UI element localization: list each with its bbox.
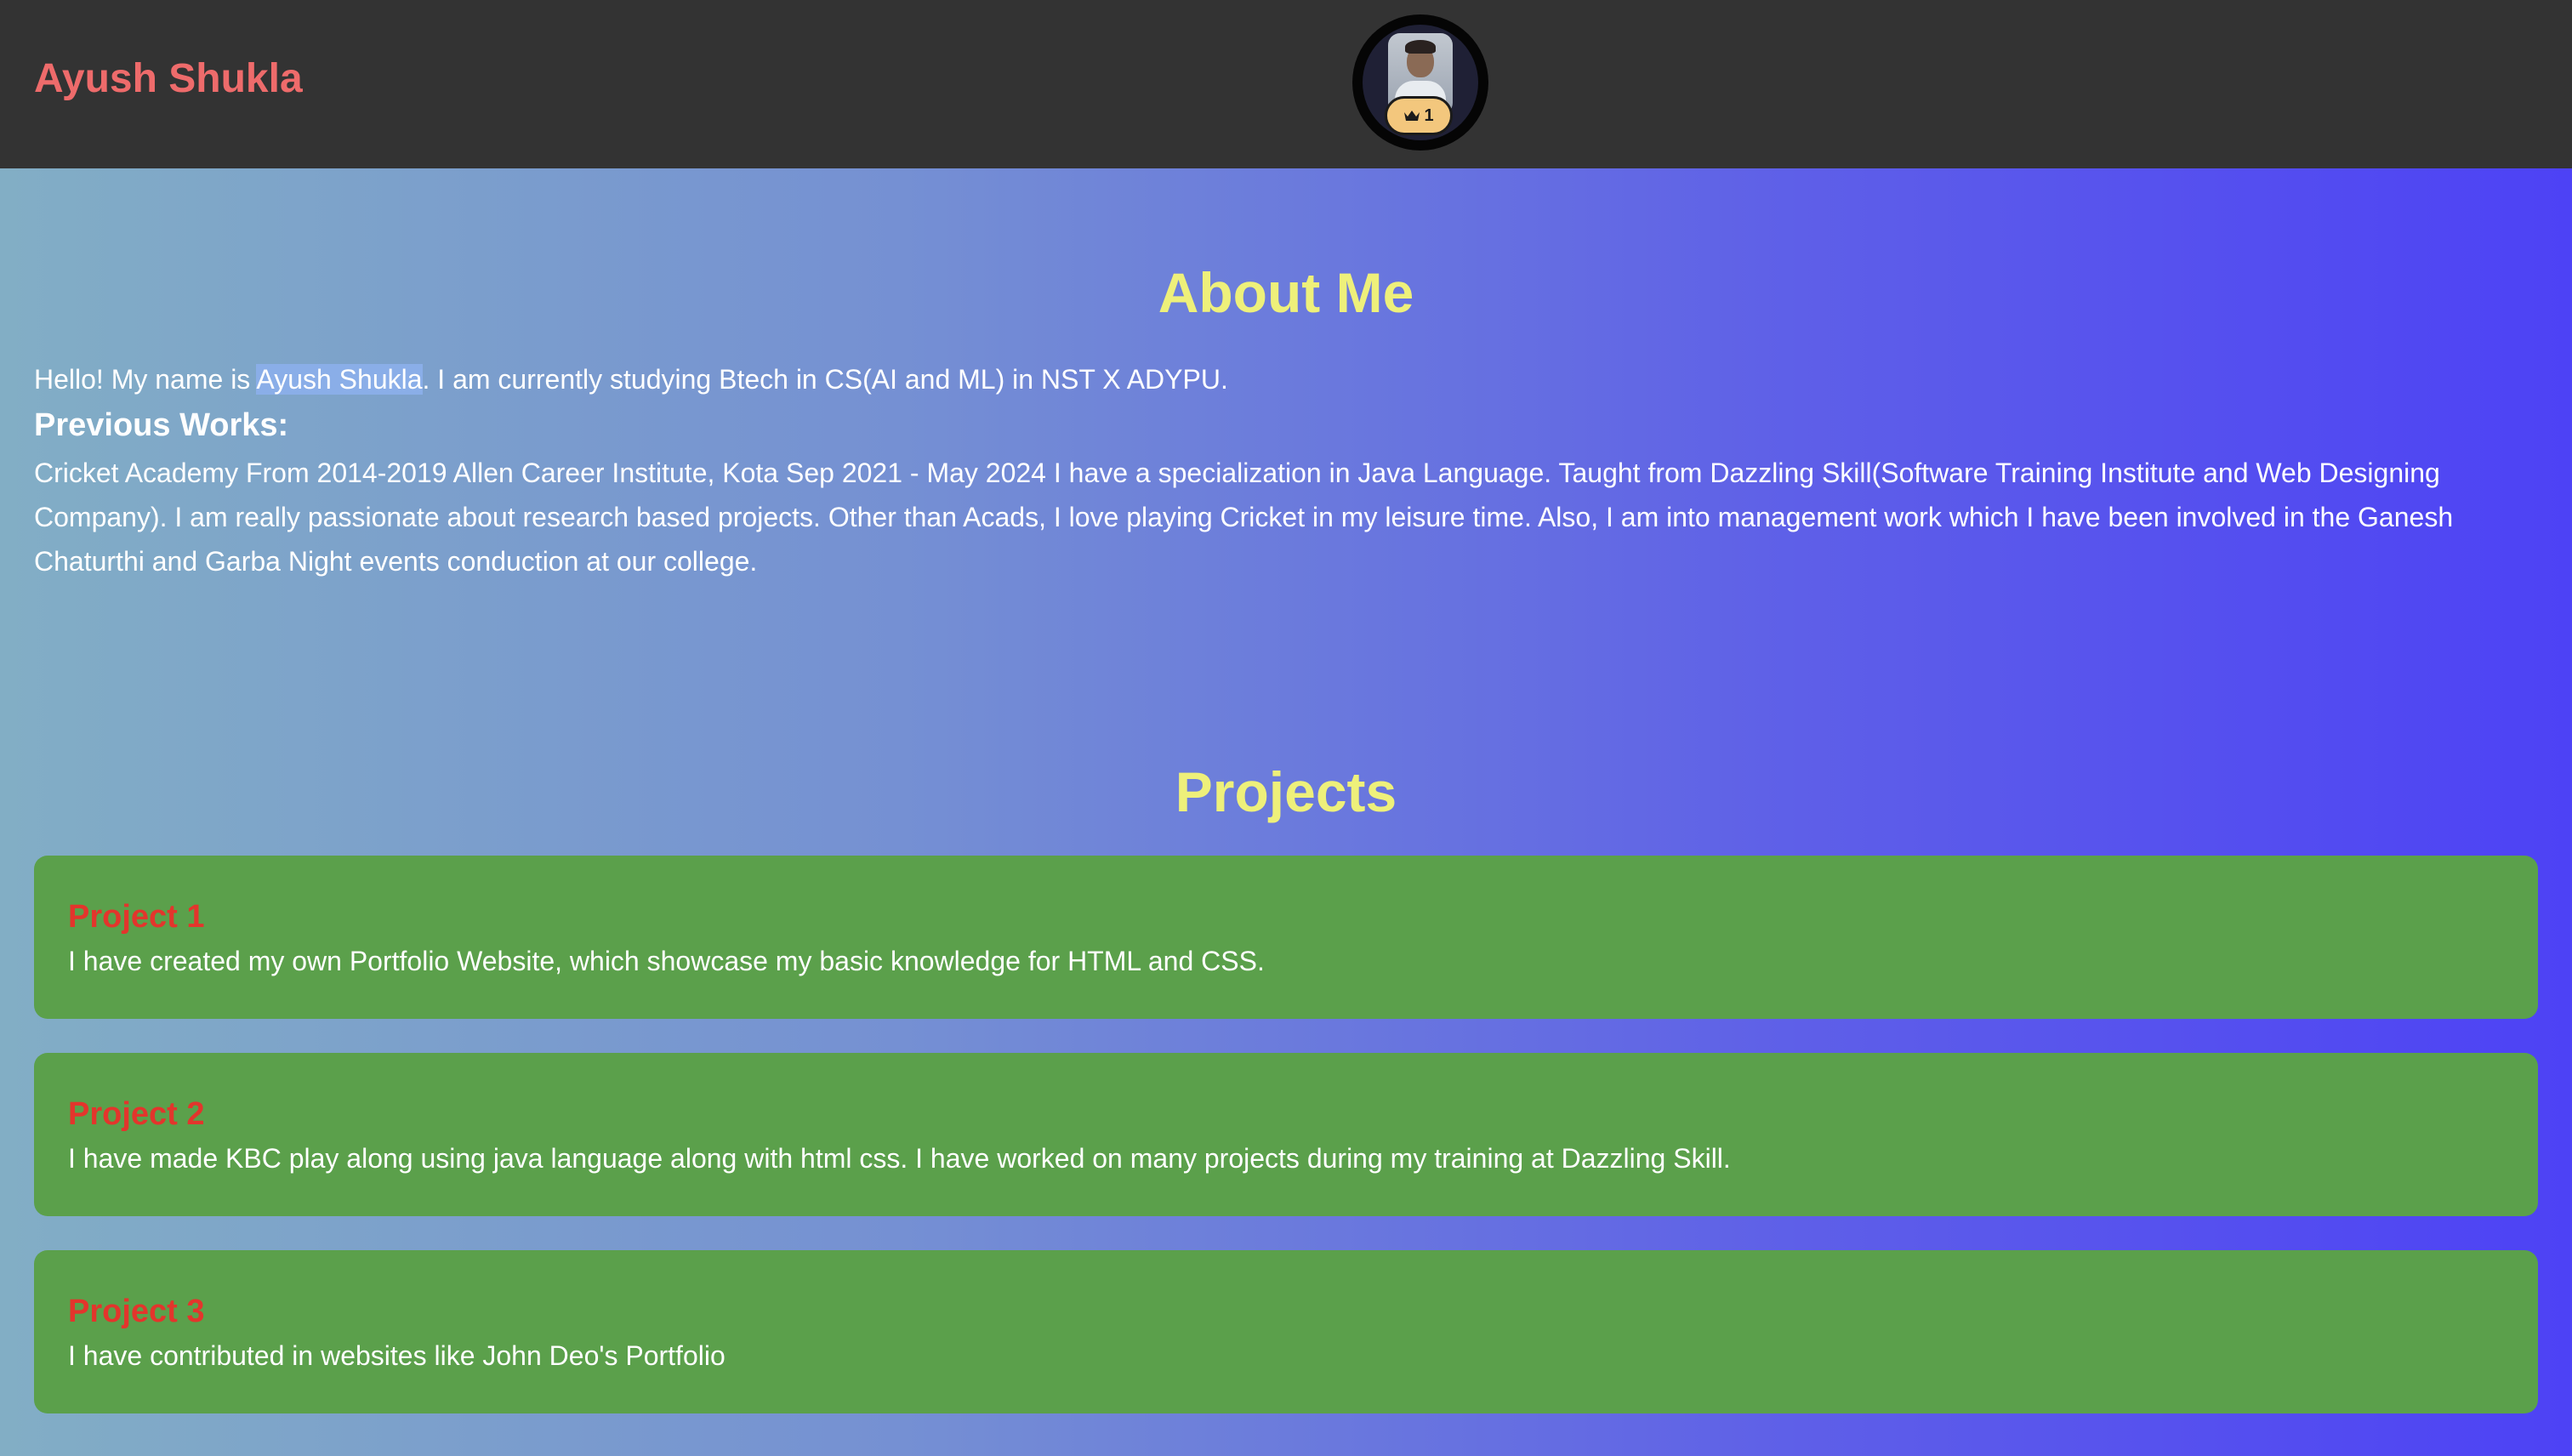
badge-count: 1 <box>1424 105 1434 125</box>
profile-avatar[interactable]: 1 <box>1352 14 1488 151</box>
about-intro: Hello! My name is Ayush Shukla. I am cur… <box>34 357 2538 401</box>
site-brand[interactable]: Ayush Shukla <box>34 54 303 104</box>
crown-icon <box>1403 109 1420 122</box>
intro-text-after: . I am currently studying Btech in CS(AI… <box>422 364 1228 395</box>
about-title: About Me <box>1158 261 1414 324</box>
project-title-2: Project 2 <box>68 1096 205 1132</box>
photo-hair <box>1405 40 1436 54</box>
rank-badge: 1 <box>1385 96 1453 135</box>
previous-works-text: Cricket Academy From 2014-2019 Allen Car… <box>34 458 2454 577</box>
selected-name-highlight: Ayush Shukla <box>256 364 423 395</box>
project-title-3: Project 3 <box>68 1294 205 1329</box>
project-description-2: I have made KBC play along using java la… <box>68 1143 1731 1174</box>
project-title-1: Project 1 <box>68 899 205 935</box>
project-description-1: I have created my own Portfolio Website,… <box>68 946 1265 976</box>
site-header: Ayush Shukla 1 <box>0 0 2572 168</box>
previous-works-heading: Previous Works: <box>34 407 289 443</box>
project-card-1: Project 1 I have created my own Portfoli… <box>34 856 2538 1019</box>
intro-text-before: Hello! My name is <box>34 364 257 395</box>
projects-title: Projects <box>1175 760 1397 823</box>
project-card-3: Project 3 I have contributed in websites… <box>34 1250 2538 1413</box>
project-description-3: I have contributed in websites like John… <box>68 1340 726 1371</box>
project-card-2: Project 2 I have made KBC play along usi… <box>34 1053 2538 1216</box>
